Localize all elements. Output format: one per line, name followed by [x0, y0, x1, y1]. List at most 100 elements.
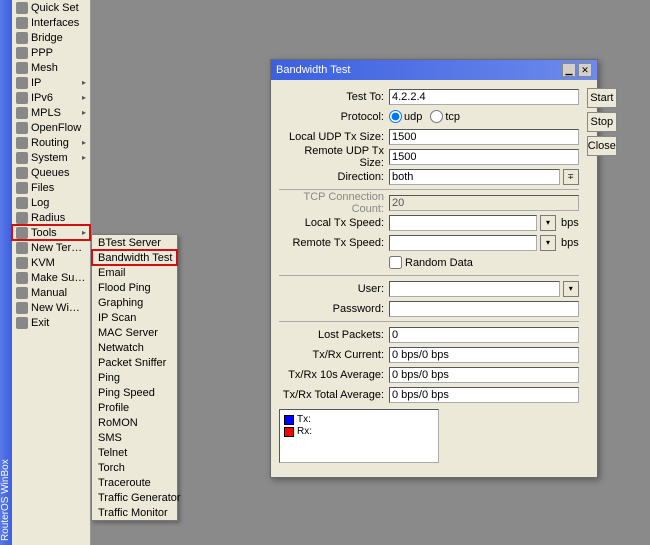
sidebar-item-label: IP	[31, 77, 79, 89]
sidebar-item-label: Tools	[31, 227, 79, 239]
sidebar-item-label: Exit	[31, 317, 86, 329]
random-data-label: Random Data	[405, 257, 473, 269]
sidebar: Quick SetInterfacesBridgePPPMeshIP▸IPv6▸…	[12, 0, 91, 545]
submenu-item-torch[interactable]: Torch	[92, 460, 177, 475]
newterm-icon	[16, 242, 28, 254]
protocol-tcp-radio[interactable]	[430, 110, 443, 123]
files-icon	[16, 182, 28, 194]
sidebar-item-make-supout-rif[interactable]: Make Supout.rif	[12, 270, 90, 285]
sidebar-item-mpls[interactable]: MPLS▸	[12, 105, 90, 120]
local-tx-speed-toggle-icon[interactable]: ▾	[540, 215, 556, 231]
sidebar-item-log[interactable]: Log	[12, 195, 90, 210]
ip-icon	[16, 77, 28, 89]
sidebar-item-queues[interactable]: Queues	[12, 165, 90, 180]
sidebar-item-kvm[interactable]: KVM	[12, 255, 90, 270]
submenu-arrow-icon: ▸	[82, 153, 86, 162]
remote-udp-tx-label: Remote UDP Tx Size:	[279, 145, 389, 169]
sidebar-item-label: PPP	[31, 47, 86, 59]
submenu-item-telnet[interactable]: Telnet	[92, 445, 177, 460]
sidebar-item-ipv6[interactable]: IPv6▸	[12, 90, 90, 105]
submenu-item-ip-scan[interactable]: IP Scan	[92, 310, 177, 325]
submenu-item-ping[interactable]: Ping	[92, 370, 177, 385]
submenu-arrow-icon: ▸	[82, 93, 86, 102]
minimize-icon[interactable]: ▁	[562, 63, 576, 77]
submenu-item-packet-sniffer[interactable]: Packet Sniffer	[92, 355, 177, 370]
sidebar-item-bridge[interactable]: Bridge	[12, 30, 90, 45]
submenu-item-flood-ping[interactable]: Flood Ping	[92, 280, 177, 295]
password-input[interactable]	[389, 301, 579, 317]
submenu-item-bandwidth-test[interactable]: Bandwidth Test	[92, 250, 177, 265]
start-button[interactable]: Start	[587, 88, 617, 108]
direction-dropdown-icon[interactable]: ∓	[563, 169, 579, 185]
winbox-icon	[16, 302, 28, 314]
sidebar-item-label: Mesh	[31, 62, 86, 74]
sidebar-item-openflow[interactable]: OpenFlow	[12, 120, 90, 135]
test-to-input[interactable]	[389, 89, 579, 105]
local-tx-speed-label: Local Tx Speed:	[279, 217, 389, 229]
sidebar-item-quick-set[interactable]: Quick Set	[12, 0, 90, 15]
sidebar-item-radius[interactable]: Radius	[12, 210, 90, 225]
remote-tx-speed-toggle-icon[interactable]: ▾	[540, 235, 556, 251]
bandwidth-chart: Tx: Rx:	[279, 409, 439, 463]
sidebar-item-files[interactable]: Files	[12, 180, 90, 195]
submenu-item-traceroute[interactable]: Traceroute	[92, 475, 177, 490]
sidebar-item-ppp[interactable]: PPP	[12, 45, 90, 60]
sidebar-item-label: IPv6	[31, 92, 79, 104]
exit-icon	[16, 317, 28, 329]
sidebar-item-system[interactable]: System▸	[12, 150, 90, 165]
sidebar-item-tools[interactable]: Tools▸	[12, 225, 90, 240]
sidebar-item-manual[interactable]: Manual	[12, 285, 90, 300]
sidebar-item-label: New Terminal	[31, 242, 86, 254]
tx-swatch-icon	[284, 415, 294, 425]
sidebar-item-mesh[interactable]: Mesh	[12, 60, 90, 75]
close-icon[interactable]: ✕	[578, 63, 592, 77]
submenu-item-graphing[interactable]: Graphing	[92, 295, 177, 310]
lost-packets-label: Lost Packets:	[279, 329, 389, 341]
sidebar-item-exit[interactable]: Exit	[12, 315, 90, 330]
kvm-icon	[16, 257, 28, 269]
submenu-item-traffic-generator[interactable]: Traffic Generator	[92, 490, 177, 505]
supout-icon	[16, 272, 28, 284]
sidebar-item-label: Files	[31, 182, 86, 194]
sidebar-item-label: Interfaces	[31, 17, 86, 29]
sidebar-item-label: Make Supout.rif	[31, 272, 86, 284]
submenu-item-profile[interactable]: Profile	[92, 400, 177, 415]
bandwidth-test-dialog: Bandwidth Test ▁ ✕ Test To: Protocol: ud…	[270, 59, 598, 478]
dialog-title-text: Bandwidth Test	[276, 64, 560, 76]
sidebar-item-ip[interactable]: IP▸	[12, 75, 90, 90]
submenu-item-traffic-monitor[interactable]: Traffic Monitor	[92, 505, 177, 520]
submenu-arrow-icon: ▸	[82, 228, 86, 237]
sidebar-item-routing[interactable]: Routing▸	[12, 135, 90, 150]
random-data-checkbox[interactable]	[389, 256, 402, 269]
close-button[interactable]: Close	[587, 136, 617, 156]
submenu-item-ping-speed[interactable]: Ping Speed	[92, 385, 177, 400]
sidebar-item-label: System	[31, 152, 79, 164]
sidebar-item-label: Quick Set	[31, 2, 86, 14]
sidebar-item-new-terminal[interactable]: New Terminal	[12, 240, 90, 255]
dialog-titlebar[interactable]: Bandwidth Test ▁ ✕	[271, 60, 597, 80]
sidebar-item-label: OpenFlow	[31, 122, 86, 134]
remote-udp-tx-input[interactable]	[389, 149, 579, 165]
txrx-total-value	[389, 387, 579, 403]
direction-input[interactable]	[389, 169, 560, 185]
user-toggle-icon[interactable]: ▾	[563, 281, 579, 297]
protocol-udp-radio[interactable]	[389, 110, 402, 123]
sidebar-item-interfaces[interactable]: Interfaces	[12, 15, 90, 30]
submenu-item-romon[interactable]: RoMON	[92, 415, 177, 430]
local-udp-tx-label: Local UDP Tx Size:	[279, 131, 389, 143]
stop-button[interactable]: Stop	[587, 112, 617, 132]
rx-swatch-icon	[284, 427, 294, 437]
submenu-item-sms[interactable]: SMS	[92, 430, 177, 445]
submenu-item-netwatch[interactable]: Netwatch	[92, 340, 177, 355]
dialog-form: Test To: Protocol: udp tcp Local UDP Tx …	[279, 88, 579, 469]
local-udp-tx-input[interactable]	[389, 129, 579, 145]
submenu-item-mac-server[interactable]: MAC Server	[92, 325, 177, 340]
remote-tx-speed-input[interactable]	[389, 235, 537, 251]
user-input[interactable]	[389, 281, 560, 297]
submenu-item-email[interactable]: Email	[92, 265, 177, 280]
submenu-item-btest-server[interactable]: BTest Server	[92, 235, 177, 250]
quickset-icon	[16, 2, 28, 14]
mpls-icon	[16, 107, 28, 119]
sidebar-item-new-winbox[interactable]: New WinBox	[12, 300, 90, 315]
local-tx-speed-input[interactable]	[389, 215, 537, 231]
